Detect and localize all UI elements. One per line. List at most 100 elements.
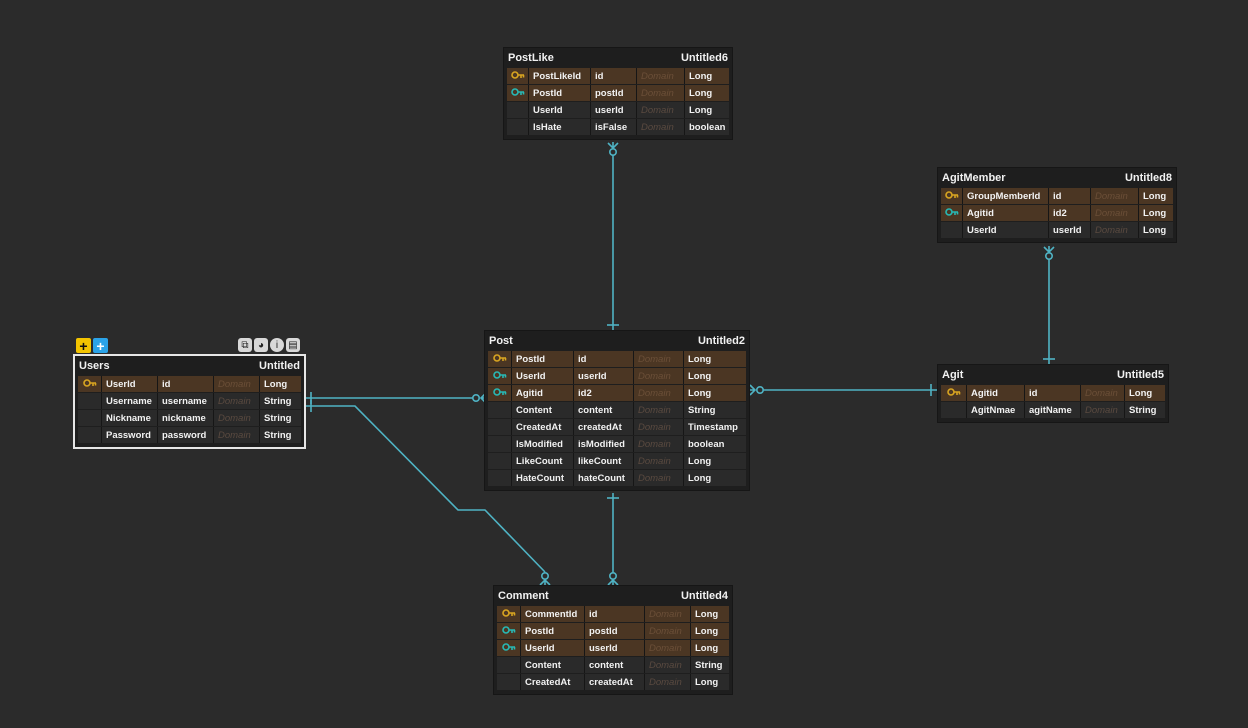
domain-field[interactable]: Domain — [634, 402, 684, 418]
logical-name[interactable]: UserId — [512, 368, 574, 384]
logical-name[interactable]: UserId — [529, 102, 591, 118]
table-name[interactable]: AgitMember — [942, 172, 1006, 184]
relation-agit-post[interactable] — [749, 384, 939, 396]
data-type[interactable]: Long — [685, 68, 729, 84]
table-name[interactable]: Users — [79, 360, 110, 372]
column-row[interactable]: Agitid id2 Domain Long — [941, 205, 1173, 221]
physical-name[interactable]: password — [158, 427, 214, 443]
domain-field[interactable]: Domain — [637, 102, 685, 118]
column-row[interactable]: AgitNmae agitName Domain String — [941, 402, 1165, 418]
logical-name[interactable]: Username — [102, 393, 158, 409]
data-type[interactable]: Long — [691, 623, 729, 639]
column-row[interactable]: Content content Domain String — [497, 657, 729, 673]
domain-field[interactable]: Domain — [634, 385, 684, 401]
logical-name[interactable]: CommentId — [521, 606, 585, 622]
column-row[interactable]: PostId postId Domain Long — [497, 623, 729, 639]
column-row[interactable]: GroupMemberId id Domain Long — [941, 188, 1173, 204]
data-type[interactable]: String — [1125, 402, 1165, 418]
physical-name[interactable]: nickname — [158, 410, 214, 426]
domain-field[interactable]: Domain — [637, 68, 685, 84]
domain-field[interactable]: Domain — [645, 657, 691, 673]
data-type[interactable]: String — [691, 657, 729, 673]
physical-name[interactable]: content — [585, 657, 645, 673]
physical-name[interactable]: id — [591, 68, 637, 84]
data-type[interactable]: Long — [684, 453, 746, 469]
domain-field[interactable]: Domain — [645, 606, 691, 622]
data-type[interactable]: Long — [691, 640, 729, 656]
physical-name[interactable]: username — [158, 393, 214, 409]
domain-field[interactable]: Domain — [214, 376, 260, 392]
domain-field[interactable]: Domain — [1091, 222, 1139, 238]
logical-name[interactable]: IsHate — [529, 119, 591, 135]
domain-field[interactable]: Domain — [634, 453, 684, 469]
data-type[interactable]: Long — [260, 376, 301, 392]
data-type[interactable]: boolean — [685, 119, 729, 135]
column-row[interactable]: Content content Domain String — [488, 402, 746, 418]
table-agitmember[interactable]: AgitMember Untitled8 GroupMemberId id Do… — [937, 167, 1177, 243]
relation-agit-agitmember[interactable] — [1043, 246, 1055, 364]
domain-field[interactable]: Domain — [634, 368, 684, 384]
domain-field[interactable]: Domain — [1081, 402, 1125, 418]
column-row[interactable]: Password password Domain String — [78, 427, 301, 443]
table-agit[interactable]: Agit Untitled5 Agitid id Domain Long Agi… — [937, 364, 1169, 423]
column-row[interactable]: CommentId id Domain Long — [497, 606, 729, 622]
domain-field[interactable]: Domain — [634, 419, 684, 435]
data-type[interactable]: Long — [684, 368, 746, 384]
domain-field[interactable]: Domain — [214, 427, 260, 443]
physical-name[interactable]: userId — [574, 368, 634, 384]
logical-name[interactable]: Agitid — [963, 205, 1049, 221]
column-row[interactable]: HateCount hateCount Domain Long — [488, 470, 746, 486]
data-type[interactable]: String — [684, 402, 746, 418]
column-row[interactable]: Nickname nickname Domain String — [78, 410, 301, 426]
table-tag[interactable]: Untitled5 — [1117, 369, 1164, 381]
physical-name[interactable]: likeCount — [574, 453, 634, 469]
logical-name[interactable]: LikeCount — [512, 453, 574, 469]
relation-users-post[interactable] — [306, 392, 487, 404]
table-postlike[interactable]: PostLike Untitled6 PostLikeId id Domain … — [503, 47, 733, 140]
table-header[interactable]: Post Untitled2 — [485, 331, 749, 351]
physical-name[interactable]: isFalse — [591, 119, 637, 135]
domain-field[interactable]: Domain — [1091, 205, 1139, 221]
table-header[interactable]: Agit Untitled5 — [938, 365, 1168, 385]
logical-name[interactable]: UserId — [521, 640, 585, 656]
data-type[interactable]: boolean — [684, 436, 746, 452]
data-type[interactable]: Long — [691, 674, 729, 690]
physical-name[interactable]: postId — [585, 623, 645, 639]
domain-field[interactable]: Domain — [637, 119, 685, 135]
table-name[interactable]: Comment — [498, 590, 549, 602]
logical-name[interactable]: Agitid — [967, 385, 1025, 401]
data-type[interactable]: Long — [1125, 385, 1165, 401]
data-type[interactable]: String — [260, 427, 301, 443]
data-type[interactable]: Long — [684, 351, 746, 367]
logical-name[interactable]: Agitid — [512, 385, 574, 401]
table-header[interactable]: Comment Untitled4 — [494, 586, 732, 606]
table-name[interactable]: PostLike — [508, 52, 554, 64]
table-comment[interactable]: Comment Untitled4 CommentId id Domain Lo… — [493, 585, 733, 695]
data-type[interactable]: Long — [684, 470, 746, 486]
table-tag[interactable]: Untitled — [259, 360, 300, 372]
data-type[interactable]: Timestamp — [684, 419, 746, 435]
table-tag[interactable]: Untitled8 — [1125, 172, 1172, 184]
data-type[interactable]: Long — [1139, 188, 1173, 204]
column-row[interactable]: IsHate isFalse Domain boolean — [507, 119, 729, 135]
palette-icon[interactable]: ◕ — [254, 338, 268, 352]
physical-name[interactable]: isModified — [574, 436, 634, 452]
data-type[interactable]: Long — [1139, 222, 1173, 238]
table-header[interactable]: Users Untitled — [75, 356, 304, 376]
logical-name[interactable]: HateCount — [512, 470, 574, 486]
physical-name[interactable]: id — [574, 351, 634, 367]
table-header[interactable]: PostLike Untitled6 — [504, 48, 732, 68]
domain-field[interactable]: Domain — [634, 470, 684, 486]
column-row[interactable]: UserId userId Domain Long — [488, 368, 746, 384]
domain-field[interactable]: Domain — [645, 674, 691, 690]
info-icon[interactable]: i — [270, 338, 284, 352]
data-type[interactable]: Long — [1139, 205, 1173, 221]
logical-name[interactable]: UserId — [102, 376, 158, 392]
column-row[interactable]: PostLikeId id Domain Long — [507, 68, 729, 84]
logical-name[interactable]: Password — [102, 427, 158, 443]
column-row[interactable]: Agitid id2 Domain Long — [488, 385, 746, 401]
column-row[interactable]: CreatedAt createdAt Domain Timestamp — [488, 419, 746, 435]
column-row[interactable]: IsModified isModified Domain boolean — [488, 436, 746, 452]
data-type[interactable]: Long — [685, 85, 729, 101]
physical-name[interactable]: userId — [591, 102, 637, 118]
